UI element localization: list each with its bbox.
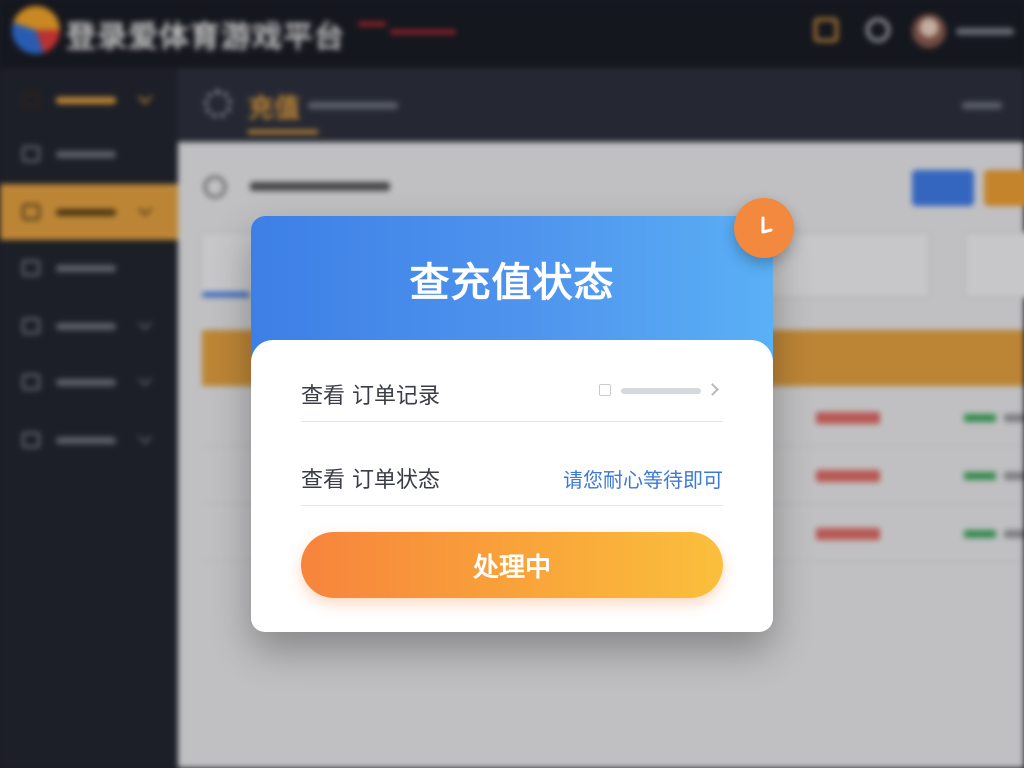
order-status-label: 查看 订单状态 — [301, 468, 440, 493]
clock-icon[interactable] — [734, 198, 794, 258]
clock-hand-icon — [761, 216, 773, 234]
recharge-status-dialog: 查充值状态 查看 订单记录 查看 订单状态 请您耐心等待即可 处理中 — [251, 216, 773, 632]
chevron-right-icon — [706, 383, 719, 396]
order-status-row[interactable]: 查看 订单状态 请您耐心等待即可 — [301, 446, 723, 506]
order-status-value[interactable]: 请您耐心等待即可 — [563, 464, 723, 493]
order-records-row[interactable]: 查看 订单记录 — [301, 362, 723, 422]
checkbox-icon — [599, 384, 611, 396]
order-records-label: 查看 订单记录 — [301, 384, 440, 409]
processing-button[interactable]: 处理中 — [301, 532, 723, 598]
row-hint — [599, 383, 719, 398]
dialog-title: 查充值状态 — [409, 260, 615, 306]
